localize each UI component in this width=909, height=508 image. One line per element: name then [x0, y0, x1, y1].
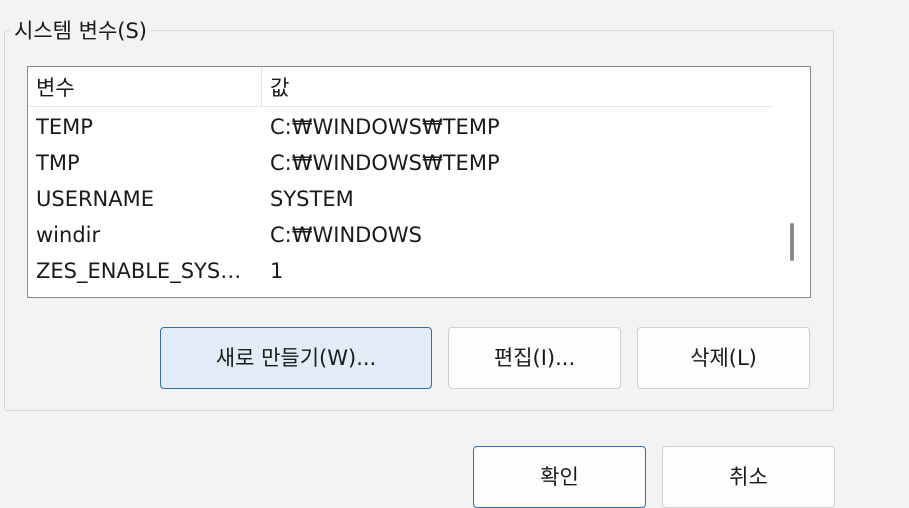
list-rows: TEMP C:₩WINDOWS₩TEMP TMP C:₩WINDOWS₩TEMP… [28, 109, 775, 289]
list-item[interactable]: windir C:₩WINDOWS [28, 217, 775, 253]
list-item[interactable]: TEMP C:₩WINDOWS₩TEMP [28, 109, 775, 145]
edit-variable-button[interactable]: 편집(I)... [448, 327, 621, 389]
list-item[interactable]: USERNAME SYSTEM [28, 181, 775, 217]
variable-name: windir [36, 223, 101, 247]
variable-name: USERNAME [36, 187, 155, 211]
variable-name: TEMP [36, 115, 93, 139]
cancel-button-label: 취소 [729, 465, 768, 489]
variable-value: C:₩WINDOWS [270, 223, 422, 247]
system-variables-list[interactable]: 변수 값 TEMP C:₩WINDOWS₩TEMP TMP C:₩WINDOWS… [27, 66, 811, 298]
list-item[interactable]: TMP C:₩WINDOWS₩TEMP [28, 145, 775, 181]
scrollbar-thumb[interactable] [790, 223, 794, 261]
variable-value: C:₩WINDOWS₩TEMP [270, 115, 500, 139]
new-variable-button[interactable]: 새로 만들기(W)... [160, 327, 432, 389]
ok-button-label: 확인 [540, 465, 579, 489]
delete-variable-button[interactable]: 삭제(L) [637, 327, 810, 389]
list-header: 변수 값 [28, 67, 775, 107]
ok-button[interactable]: 확인 [473, 446, 646, 508]
column-header-variable[interactable]: 변수 [28, 67, 262, 107]
system-variables-group-title: 시스템 변수(S) [10, 16, 151, 46]
cancel-button[interactable]: 취소 [662, 446, 835, 508]
variable-name: TMP [36, 151, 80, 175]
list-item[interactable]: ZES_ENABLE_SYSM... 1 [28, 253, 775, 289]
variable-value: 1 [270, 259, 284, 283]
variable-name: ZES_ENABLE_SYSM... [36, 259, 258, 283]
variable-value: SYSTEM [270, 187, 354, 211]
vertical-scrollbar[interactable] [774, 67, 810, 297]
column-header-value[interactable]: 값 [262, 67, 775, 107]
variable-value: C:₩WINDOWS₩TEMP [270, 151, 500, 175]
